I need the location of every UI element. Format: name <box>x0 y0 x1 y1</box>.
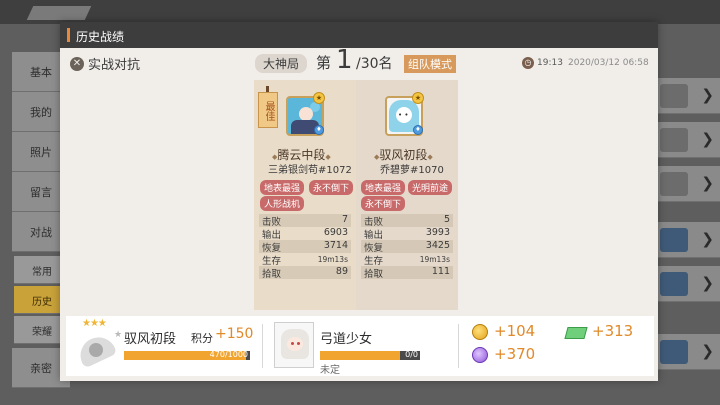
history-row[interactable]: ❯ <box>656 334 720 370</box>
chevron-right-icon: ❯ <box>701 274 714 292</box>
chevron-right-icon: ❯ <box>701 174 714 192</box>
honor-tag: 永不倒下 <box>309 180 354 195</box>
stat-row: 恢复 3425 <box>361 240 453 254</box>
mode-text: 实战对抗 <box>88 58 141 73</box>
stat-row: 输出 3993 <box>364 227 450 241</box>
history-row[interactable]: ❯ <box>656 266 720 302</box>
result-tier: 驭风初段 <box>124 332 177 347</box>
hero-portrait[interactable] <box>274 322 314 368</box>
dialog-titlebar: 历史战绩 <box>60 22 658 48</box>
rank-total: /30名 <box>356 56 393 72</box>
chevron-right-icon: ❯ <box>701 130 714 148</box>
history-row[interactable]: ❯ <box>656 122 720 158</box>
tier-progress-text: 470/1000 <box>209 350 248 359</box>
score-delta: +150 <box>215 326 254 342</box>
rank-number: 1 <box>336 45 353 75</box>
stat-row: 击败 7 <box>259 214 351 228</box>
stat-row: 生存 19m13s <box>364 255 450 267</box>
gold-coin-icon <box>472 324 488 340</box>
player-stats: 击败 7 输出 6903 恢复 3714 生存 19m13s 拾取 89 <box>259 214 351 280</box>
player-name: 三弟银剑苟#1072 <box>268 165 352 176</box>
honor-tag: 光明前途 <box>408 180 453 195</box>
clock-icon: ◷ <box>522 57 534 69</box>
rank-tier-tag: 大神局 <box>255 54 308 73</box>
tier-stars-icon: ★★★ <box>82 318 107 329</box>
stat-row: 恢复 3714 <box>259 240 351 254</box>
weapon-thumb <box>660 172 688 196</box>
weapon-thumb <box>660 340 688 364</box>
top-bar <box>0 0 720 24</box>
gold-reward: +104 <box>494 322 536 340</box>
stat-row: 击败 5 <box>361 214 453 228</box>
hero-progress-bar: 0/0 <box>320 350 420 360</box>
weapon-thumb <box>660 228 688 252</box>
dialog-title: 历史战绩 <box>76 30 125 44</box>
crystal-reward: +370 <box>494 345 536 363</box>
hero-progress-text: 0/0 <box>405 350 418 359</box>
rank-prefix: 第 <box>316 54 332 72</box>
history-row[interactable]: ❯ <box>656 78 720 114</box>
crossed-swords-icon: ✕ <box>70 56 84 71</box>
rank-badge-icon: ♦ <box>413 125 423 135</box>
chevron-right-icon: ❯ <box>701 342 714 360</box>
divider <box>458 324 459 368</box>
hero-name: 弓道少女 <box>320 332 373 347</box>
score-label: 积分 <box>191 332 213 345</box>
history-row[interactable]: ❯ <box>656 166 720 202</box>
honor-tag: 人形战机 <box>260 196 305 211</box>
weapon-thumb <box>660 84 688 108</box>
crystal-icon <box>472 347 488 363</box>
honor-tag: 地表最强 <box>260 180 305 195</box>
honor-tag: 永不倒下 <box>361 196 406 211</box>
best-badge: 最佳 <box>258 92 278 128</box>
match-datetime: 2020/03/12 06:58 <box>568 58 649 68</box>
level-badge-icon: ★ <box>313 92 325 104</box>
hero-status: 未定 <box>320 365 340 376</box>
bill-reward: +313 <box>592 322 634 340</box>
stat-row: 生存 19m13s <box>262 255 348 267</box>
mode-label: ✕ 实战对抗 <box>70 54 140 73</box>
stat-row: 输出 6903 <box>262 227 348 241</box>
tier-progress-bar: 470/1000 <box>124 350 250 360</box>
weapon-thumb <box>660 272 688 296</box>
stat-row: 拾取 111 <box>361 266 453 280</box>
chevron-right-icon: ❯ <box>701 86 714 104</box>
match-duration: 19:13 <box>537 58 563 68</box>
weapon-thumb <box>660 128 688 152</box>
title-accent-bar <box>67 28 70 42</box>
level-badge-icon: ★ <box>412 92 424 104</box>
team-mode-tag: 组队模式 <box>404 55 456 73</box>
history-row[interactable]: ❯ <box>656 222 720 258</box>
player-stats: 击败 5 输出 3993 恢复 3425 生存 19m13s 拾取 111 <box>361 214 453 280</box>
hero-progress-fill <box>320 351 400 360</box>
tier-emblem-icon <box>74 330 118 370</box>
rank-badge-icon: ♦ <box>314 125 324 135</box>
chevron-right-icon: ❯ <box>701 230 714 248</box>
player-name: 乔碧萝#1070 <box>380 165 444 176</box>
banknote-icon <box>564 327 588 339</box>
game-logo <box>26 6 92 20</box>
divider <box>262 324 263 368</box>
stat-row: 拾取 89 <box>259 266 351 280</box>
honor-tag: 地表最强 <box>361 180 406 195</box>
